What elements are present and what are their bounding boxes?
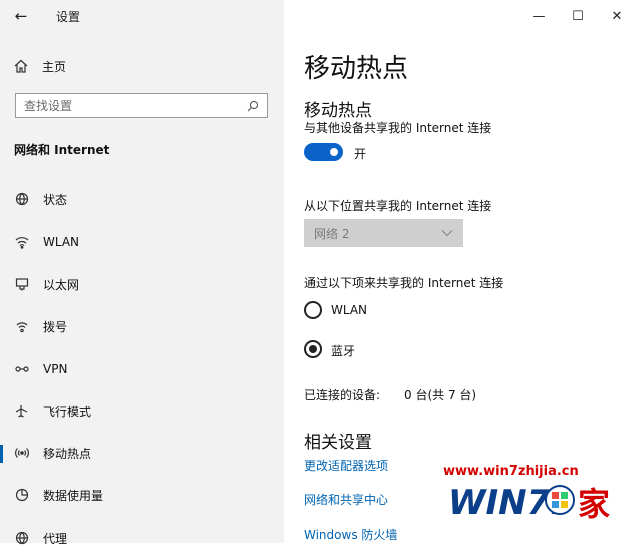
sidebar-item-airplane[interactable]: 飞行模式 [0,394,284,428]
share-from-label: 从以下位置共享我的 Internet 连接 [304,199,492,213]
link-network-sharing-center[interactable]: 网络和共享中心 [304,491,388,508]
airplane-icon [15,405,28,418]
globe-icon [15,192,29,206]
back-button[interactable]: ← [8,4,34,28]
main-content: — ☐ ✕ 移动热点 移动热点 与其他设备共享我的 Internet 连接 开 … [284,0,640,543]
radio-selected-dot [309,345,317,353]
toggle-knob [330,148,338,156]
sidebar-item-label: 移动热点 [43,446,92,461]
watermark-url: www.win7zhijia.cn [443,464,579,479]
sidebar-item-label: 数据使用量 [43,488,104,503]
share-from-value: 网络 2 [314,226,350,241]
radio-wlan[interactable] [304,301,322,319]
sidebar-item-status[interactable]: 状态 [0,182,284,216]
maximize-icon: ☐ [572,8,584,24]
close-button[interactable]: ✕ [602,6,632,26]
back-arrow-icon: ← [14,7,28,25]
sidebar: ← 设置 主页 查找设置 网络和 Internet 状态 WLAN 以太网 拨号… [0,0,284,546]
hotspot-icon [15,448,29,458]
search-icon [247,100,259,111]
sidebar-item-proxy[interactable]: 代理 [0,521,284,555]
link-adapter-options[interactable]: 更改适配器选项 [304,457,388,474]
dialup-icon [16,322,28,333]
connected-devices-label: 已连接的设备: [304,388,381,402]
sidebar-item-label: 状态 [43,192,68,207]
toggle-state-label: 开 [354,147,367,161]
sidebar-item-dialup[interactable]: 拨号 [0,309,284,343]
share-description: 与其他设备共享我的 Internet 连接 [304,121,492,135]
vpn-icon [15,366,29,372]
sidebar-item-label: 拨号 [43,319,68,334]
close-icon: ✕ [611,8,623,24]
sidebar-item-label: VPN [43,362,68,376]
chevron-down-icon [441,230,453,237]
minimize-button[interactable]: — [524,6,554,26]
ethernet-icon [15,278,29,291]
windows-logo-icon [545,485,575,515]
sidebar-item-ethernet[interactable]: 以太网 [0,267,284,301]
search-input[interactable]: 查找设置 [15,93,268,118]
sidebar-item-wlan[interactable]: WLAN [0,225,284,259]
home-icon [14,59,28,73]
minimize-icon: — [532,8,546,24]
search-placeholder: 查找设置 [24,99,73,113]
watermark-logo-text-right: 家 [578,485,610,523]
share-from-select[interactable]: 网络 2 [304,219,463,247]
radio-bluetooth-label: 蓝牙 [331,344,356,358]
hotspot-toggle[interactable] [304,143,343,161]
sidebar-section-title: 网络和 Internet [14,143,110,157]
related-settings-heading: 相关设置 [304,433,372,453]
sidebar-item-hotspot[interactable]: 移动热点 [0,436,284,470]
watermark-logo: WIN7. 家 [448,483,610,523]
sidebar-item-label: 以太网 [43,277,80,292]
sidebar-item-data-usage[interactable]: 数据使用量 [0,478,284,512]
hotspot-heading: 移动热点 [304,101,372,121]
page-title: 移动热点 [304,54,409,84]
data-usage-icon [15,488,29,502]
sidebar-item-label: 代理 [43,531,68,546]
share-over-label: 通过以下项来共享我的 Internet 连接 [304,276,504,290]
sidebar-item-home[interactable]: 主页 [14,56,66,76]
maximize-button[interactable]: ☐ [563,6,593,26]
active-indicator [0,445,3,463]
sidebar-item-home-label: 主页 [42,59,67,74]
sidebar-item-vpn[interactable]: VPN [0,352,284,386]
app-title: 设置 [56,10,81,24]
link-windows-firewall[interactable]: Windows 防火墙 [304,526,397,543]
radio-bluetooth[interactable] [304,340,322,358]
connected-devices-value: 0 台(共 7 台) [404,388,477,402]
wifi-icon [15,237,29,249]
sidebar-item-label: WLAN [43,235,80,249]
sidebar-item-label: 飞行模式 [43,404,92,419]
radio-wlan-label: WLAN [331,303,368,317]
